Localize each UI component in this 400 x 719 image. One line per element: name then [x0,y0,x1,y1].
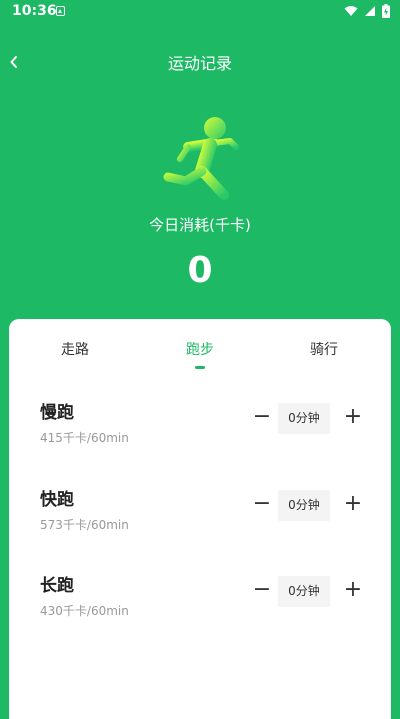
tab-walking[interactable]: 走路 [15,339,135,359]
tab-running[interactable]: 跑步 [140,339,260,359]
item-name: 快跑 [40,490,74,510]
exercise-tabs: 走路 跑步 骑行 [9,319,391,375]
duration-stepper: − 0分钟 + [247,490,369,522]
item-name: 慢跑 [40,403,74,423]
duration-input[interactable]: 0分钟 [278,403,330,434]
plus-button[interactable]: + [342,576,364,606]
duration-stepper: − 0分钟 + [247,576,369,608]
exercise-card: 走路 跑步 骑行 慢跑 415千卡/60min − 0分钟 + 快跑 573千卡… [9,319,391,719]
tab-cycling[interactable]: 骑行 [264,339,384,359]
duration-input[interactable]: 0分钟 [278,490,330,521]
status-icons [344,4,390,18]
minus-button[interactable]: − [251,490,273,520]
item-rate: 573千卡/60min [40,518,129,532]
tab-indicator [195,366,205,369]
minus-button[interactable]: − [251,403,273,433]
exercise-item-slow-run: 慢跑 415千卡/60min − 0分钟 + [9,398,391,468]
item-rate: 415千卡/60min [40,431,129,445]
plus-button[interactable]: + [342,490,364,520]
status-time: 10:36 [12,3,57,19]
item-rate: 430千卡/60min [40,604,129,618]
page-title: 运动记录 [167,54,232,73]
minus-button[interactable]: − [251,576,273,606]
running-person-icon [163,117,239,200]
status-bar: 10:36 [0,0,400,24]
battery-icon [382,4,390,18]
energy-value: 0 [187,250,213,291]
wifi-icon [344,6,358,16]
exercise-item-long-run: 长跑 430千卡/60min − 0分钟 + [9,571,391,641]
item-name: 长跑 [40,576,74,596]
duration-input[interactable]: 0分钟 [278,576,330,607]
energy-label: 今日消耗(千卡) [149,216,251,234]
notification-icon [56,6,65,16]
plus-button[interactable]: + [342,403,364,433]
exercise-item-fast-run: 快跑 573千卡/60min − 0分钟 + [9,485,391,555]
signal-icon [365,6,375,16]
duration-stepper: − 0分钟 + [247,403,369,435]
